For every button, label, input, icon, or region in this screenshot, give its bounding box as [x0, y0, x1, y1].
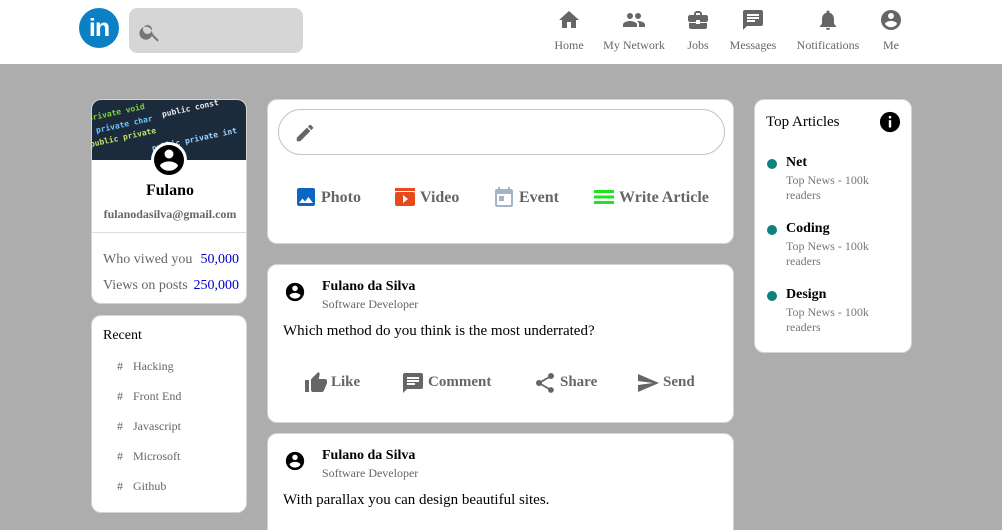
nav-home[interactable]: Home — [553, 8, 585, 56]
home-icon — [559, 11, 579, 28]
share-icon — [536, 373, 554, 393]
nav-notifications-label: Notifications — [796, 38, 860, 52]
recent-item-label: Hacking — [133, 359, 174, 373]
nav-messages[interactable]: Messages — [728, 8, 778, 56]
bullet-dot-icon — [767, 159, 777, 169]
recent-item-label: Microsoft — [133, 449, 181, 463]
comment-icon — [403, 373, 423, 393]
thumb-up-icon — [305, 372, 327, 392]
profile-email: fulanodasilva@gmail.com — [103, 207, 237, 221]
post-author-role: Software Developer — [322, 297, 419, 311]
top-navbar: in Home My Network Jobs Messages Notific… — [0, 0, 1002, 64]
linkedin-logo[interactable]: in — [79, 8, 119, 48]
recent-item-label: Front End — [133, 389, 182, 403]
bullet-dot-icon — [767, 291, 777, 301]
profile-card: private void private char public private… — [91, 99, 247, 304]
photo-icon — [297, 188, 315, 206]
recent-item[interactable]: # Microsoft — [117, 449, 180, 464]
video-icon — [395, 188, 415, 206]
feed-post: Fulano da Silva Software Developer Which… — [267, 264, 734, 423]
event-button[interactable]: Event — [492, 185, 562, 211]
nav-me-label: Me — [883, 38, 899, 52]
bullet-dot-icon — [767, 225, 777, 235]
top-articles-title: Top Articles — [766, 114, 840, 130]
post-author[interactable]: Fulano da Silva — [322, 279, 415, 295]
recent-item-label: Github — [133, 479, 167, 493]
article-subtitle: Top News - 100k readers — [786, 239, 869, 268]
article-title[interactable]: Design — [786, 287, 826, 303]
hash-icon: # — [117, 449, 123, 463]
hash-icon: # — [117, 419, 123, 433]
hash-icon: # — [117, 479, 123, 493]
hash-icon: # — [117, 389, 123, 403]
search-icon — [139, 25, 159, 42]
article-subtitle: Top News - 100k readers — [786, 173, 869, 202]
top-articles-card: Top Articles Net Top News - 100k readers… — [754, 99, 912, 353]
start-post-input[interactable] — [278, 109, 725, 155]
photo-button[interactable]: Photo — [294, 185, 364, 211]
recent-item[interactable]: # Hacking — [117, 359, 174, 374]
nav-jobs[interactable]: Jobs — [685, 8, 711, 56]
message-icon — [743, 10, 763, 30]
photo-label: Photo — [321, 189, 361, 206]
recent-item[interactable]: # Front End — [117, 389, 181, 404]
network-icon — [623, 13, 645, 27]
article-title[interactable]: Coding — [786, 221, 830, 237]
send-button[interactable]: Send — [636, 371, 706, 397]
share-box: Photo Video Event Write Article — [267, 99, 734, 244]
recent-item[interactable]: # Github — [117, 479, 166, 494]
account-icon — [154, 145, 184, 175]
recent-title: Recent — [103, 328, 142, 343]
write-article-button[interactable]: Write Article — [592, 185, 717, 211]
write-article-label: Write Article — [619, 189, 709, 206]
nav-my-network[interactable]: My Network — [602, 8, 666, 56]
briefcase-icon — [688, 11, 708, 29]
divider — [92, 232, 246, 233]
video-button[interactable]: Video — [393, 185, 463, 211]
nav-jobs-label: Jobs — [687, 38, 709, 52]
share-label: Share — [560, 374, 598, 390]
send-label: Send — [663, 374, 695, 390]
nav-me[interactable]: Me — [879, 8, 903, 56]
account-icon — [881, 10, 901, 30]
video-label: Video — [420, 189, 460, 206]
nav-notifications[interactable]: Notifications — [796, 8, 860, 56]
profile-name[interactable]: Fulano — [92, 182, 246, 200]
recent-item[interactable]: # Javascript — [117, 419, 181, 434]
event-label: Event — [519, 189, 559, 206]
stat-value: 250,000 — [193, 278, 240, 293]
post-text: With parallax you can design beautiful s… — [283, 492, 550, 508]
recent-item-label: Javascript — [133, 419, 181, 433]
hash-icon: # — [117, 359, 123, 373]
nav-home-label: Home — [554, 38, 584, 52]
recent-card: Recent # Hacking # Front End # Javascript #… — [91, 315, 247, 513]
stat-label: Who viwed you — [103, 252, 193, 267]
comment-button[interactable]: Comment — [401, 371, 501, 397]
post-text: Which method do you think is the most un… — [283, 323, 595, 339]
calendar-icon — [495, 187, 513, 207]
stat-value: 50,000 — [200, 252, 240, 267]
like-button[interactable]: Like — [304, 371, 368, 397]
post-author[interactable]: Fulano da Silva — [322, 448, 415, 464]
nav-my-network-label: My Network — [603, 38, 665, 52]
article-icon — [594, 190, 614, 204]
account-icon[interactable] — [284, 450, 306, 472]
send-icon — [638, 374, 659, 392]
comment-label: Comment — [428, 374, 492, 390]
like-label: Like — [331, 374, 361, 390]
bell-icon — [820, 10, 836, 30]
profile-avatar[interactable] — [151, 142, 187, 178]
cover-code-line: public const — [161, 100, 220, 119]
account-icon[interactable] — [284, 281, 306, 303]
article-title[interactable]: Net — [786, 155, 807, 171]
post-author-role: Software Developer — [322, 466, 419, 480]
info-icon[interactable] — [879, 111, 901, 133]
share-button[interactable]: Share — [533, 371, 603, 397]
nav-messages-label: Messages — [729, 38, 777, 52]
article-subtitle: Top News - 100k readers — [786, 305, 869, 334]
feed-post: Fulano da Silva Software Developer With … — [267, 433, 734, 530]
stat-label: Views on posts — [103, 278, 188, 293]
pencil-icon — [296, 124, 314, 142]
